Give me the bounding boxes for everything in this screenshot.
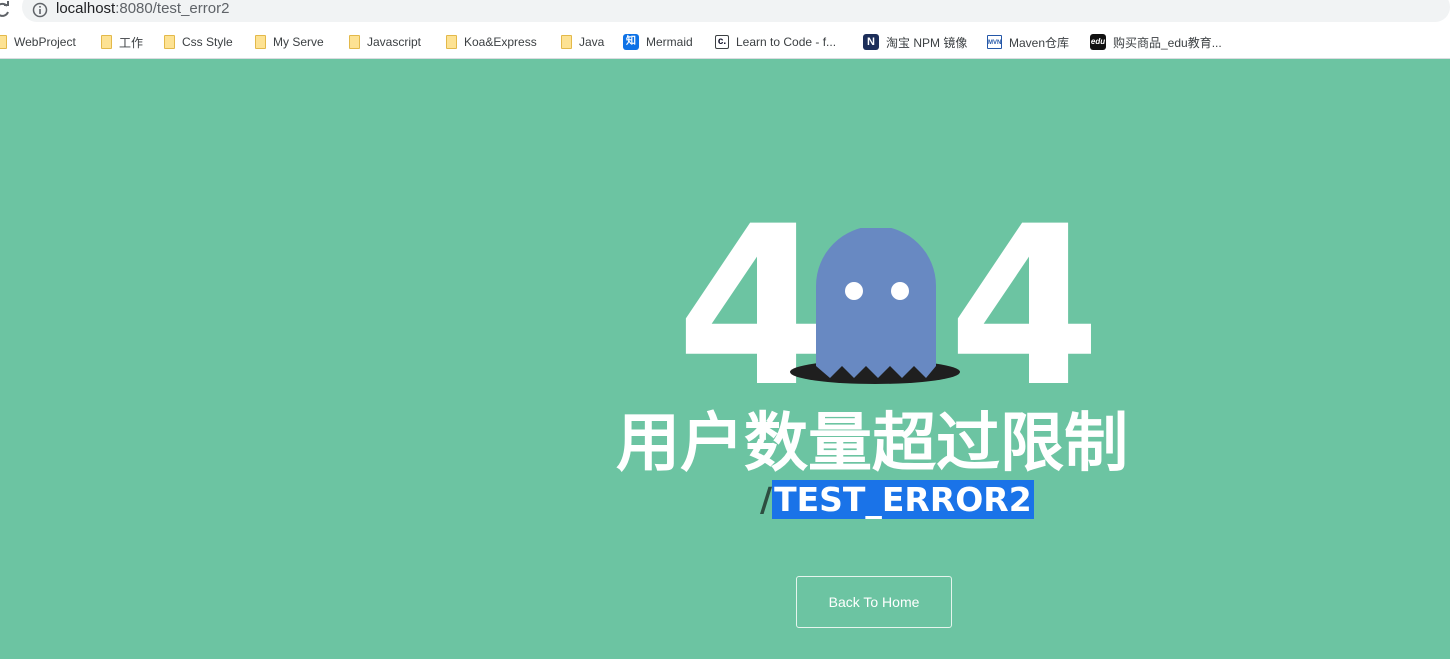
bookmarks-bar: WebProject 工作 Css Style My Serve Javascr…	[0, 25, 1450, 59]
url-text[interactable]: localhost:8080/test_error2	[56, 0, 229, 18]
bookmark-learn-to-code[interactable]: c. Learn to Code - f...	[715, 33, 836, 51]
bookmark-work[interactable]: 工作	[101, 33, 143, 51]
folder-icon	[349, 35, 360, 49]
bookmark-label: Javascript	[367, 35, 422, 49]
path-name-selected: TEST_ERROR2	[772, 480, 1034, 519]
bookmark-label: 购买商品_edu教育...	[1113, 35, 1222, 50]
path-slash: /	[760, 480, 773, 519]
error-path: /TEST_ERROR2	[760, 479, 1034, 521]
folder-icon	[561, 35, 572, 49]
bookmark-label: Css Style	[182, 35, 233, 49]
folder-icon	[101, 35, 112, 49]
bookmark-javascript[interactable]: Javascript	[349, 33, 421, 51]
bookmark-java[interactable]: Java	[561, 33, 604, 51]
folder-icon	[255, 35, 266, 49]
npm-mirror-icon: N	[863, 34, 879, 50]
url-host: localhost	[56, 0, 116, 17]
bookmark-css-style[interactable]: Css Style	[164, 33, 233, 51]
bookmark-mermaid[interactable]: 知 Mermaid	[623, 33, 693, 51]
reload-icon[interactable]	[0, 1, 10, 19]
site-info-icon[interactable]	[32, 2, 48, 18]
maven-icon: MVN	[987, 35, 1002, 49]
zhihu-icon: 知	[623, 34, 639, 50]
bookmark-label: Learn to Code - f...	[736, 35, 837, 49]
bookmark-label: Koa&Express	[464, 35, 537, 49]
address-bar-row: localhost:8080/test_error2	[0, 0, 1450, 25]
bookmark-label: My Serve	[273, 35, 324, 49]
bookmark-label: 淘宝 NPM 镜像	[886, 35, 968, 50]
bookmark-label: Mermaid	[646, 35, 693, 49]
folder-icon	[446, 35, 457, 49]
bookmark-edu-shop[interactable]: edu 购买商品_edu教育...	[1090, 33, 1222, 51]
error-page: 4 4 用户数量超过限制 /TEST_ERROR2 Back To Home	[0, 60, 1450, 659]
folder-icon	[0, 35, 7, 49]
bookmark-npm-mirror[interactable]: N 淘宝 NPM 镜像	[863, 33, 967, 51]
bookmark-koa-express[interactable]: Koa&Express	[446, 33, 537, 51]
url-field[interactable]	[22, 0, 1450, 22]
bookmark-label: Maven仓库	[1009, 35, 1070, 50]
bookmark-label: 工作	[119, 35, 144, 50]
bookmark-maven[interactable]: MVN Maven仓库	[987, 33, 1069, 51]
bookmark-webproject[interactable]: WebProject	[0, 33, 76, 51]
ghost-icon	[790, 228, 960, 384]
bookmark-my-serve[interactable]: My Serve	[255, 33, 324, 51]
bookmark-label: Java	[579, 35, 605, 49]
freecodecamp-icon: c.	[715, 35, 729, 49]
url-path: :8080/test_error2	[115, 0, 230, 17]
edu-icon: edu	[1090, 34, 1106, 50]
bookmark-label: WebProject	[14, 35, 76, 49]
error-digit-right: 4	[948, 179, 1102, 435]
folder-icon	[164, 35, 175, 49]
error-title: 用户数量超过限制	[616, 407, 1128, 481]
back-to-home-button[interactable]: Back To Home	[796, 576, 952, 628]
